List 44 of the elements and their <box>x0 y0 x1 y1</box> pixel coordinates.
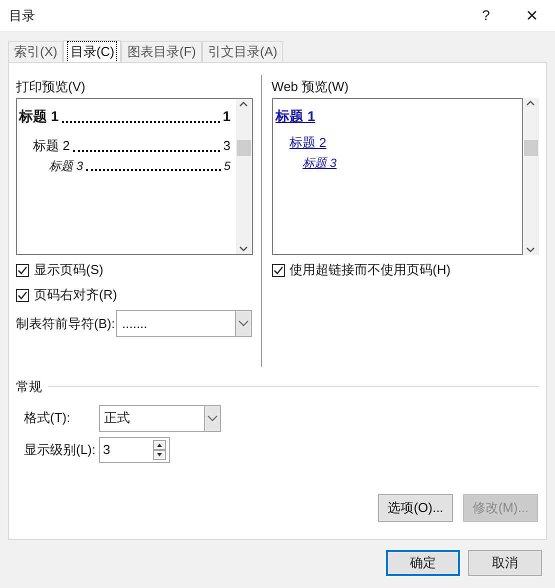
checkbox[interactable] <box>16 264 29 276</box>
scrollbar-thumb[interactable] <box>524 140 538 156</box>
format-dropdown[interactable]: 正式 <box>99 404 221 432</box>
close-button[interactable]: × <box>509 0 555 31</box>
window-title: 目录 <box>9 6 35 25</box>
group-title: 常规 <box>16 378 42 396</box>
caret-icon <box>207 414 218 422</box>
tab[interactable]: 图表目录(F) <box>121 41 202 62</box>
ok-button[interactable]: 确定 <box>386 550 460 576</box>
section-label: Web 预览(W) <box>272 78 350 94</box>
scroll-up-icon[interactable] <box>526 100 536 106</box>
scrollbar-thumb[interactable] <box>236 140 251 156</box>
page-number: 3 <box>223 137 231 155</box>
heading-link[interactable]: 标题 2 <box>290 135 326 150</box>
heading-entry: 标题 3 <box>49 158 84 174</box>
field-label: 显示级别(L): <box>24 440 96 459</box>
checkbox-label: 显示页码(S) <box>34 261 104 280</box>
scroll-down-icon[interactable] <box>239 246 248 252</box>
page-number: 1 <box>222 107 231 126</box>
cancel-button[interactable]: 取消 <box>468 550 542 576</box>
field-label: 制表符前导符(B): <box>16 314 116 333</box>
scroll-up-icon[interactable] <box>239 101 248 107</box>
help-button[interactable]: ? <box>463 0 509 31</box>
caret-icon <box>238 320 249 327</box>
tab[interactable]: 索引(X) <box>8 41 64 62</box>
spin-up-icon[interactable] <box>153 440 166 450</box>
heading-entry: 标题 2 <box>33 137 70 155</box>
checkbox-label: 页码右对齐(R) <box>34 286 118 304</box>
panel-button[interactable]: 选项(O)... <box>378 494 453 522</box>
heading-link[interactable]: 标题 1 <box>276 108 316 124</box>
scroll-down-icon[interactable] <box>526 247 536 253</box>
tab[interactable]: 引文目录(A) <box>202 41 284 62</box>
checkbox-label: 使用超链接而不使用页码(H) <box>290 261 451 280</box>
heading-entry: 标题 1 <box>19 107 59 126</box>
section-label: 打印预览(V) <box>16 78 86 94</box>
checkbox[interactable] <box>272 264 285 276</box>
checkbox[interactable] <box>16 288 29 302</box>
leader-dropdown[interactable]: ....... <box>116 310 252 337</box>
level-spinner[interactable]: 3 <box>99 436 170 462</box>
heading-link[interactable]: 标题 3 <box>302 156 337 170</box>
tab[interactable]: 目录(C) <box>63 40 122 63</box>
field-label: 格式(T): <box>24 409 72 428</box>
page-number: 5 <box>224 158 231 174</box>
spin-down-icon[interactable] <box>153 450 166 460</box>
